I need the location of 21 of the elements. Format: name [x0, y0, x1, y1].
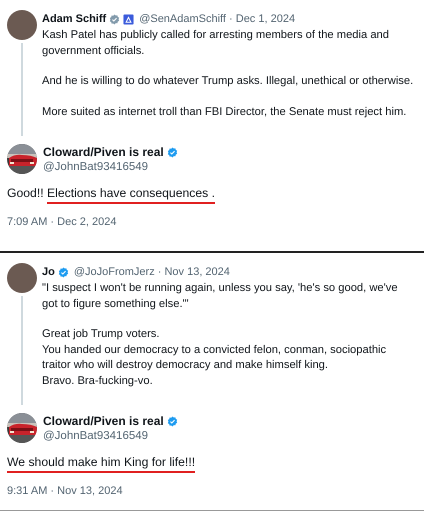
handle[interactable]: @JohnBat93416549 [43, 430, 178, 442]
tweet-text: Great job Trump voters. [42, 327, 161, 342]
tweet-text: And he is willing to do whatever Trump asks. Illegal, unethical or otherwise. [42, 74, 414, 89]
handle[interactable]: @JohnBat93416549 [43, 161, 178, 173]
author-name[interactable]: Cloward/Piven is real [43, 145, 164, 159]
tweet-text: Bravo. Bra-fucking-vo. [42, 374, 154, 388]
timestamp[interactable]: 7:09 AM · Dec 2, 2024 [7, 216, 414, 228]
tweet-text: "I suspect I won't be running again, unless you say, 'he's so good, we've got to figure something else.'" [42, 281, 399, 312]
avatar[interactable] [7, 10, 37, 40]
tweet-text: More suited as internet troll than FBI Director, the Senate must reject him. [42, 104, 408, 120]
author-name[interactable]: Jo [42, 266, 55, 278]
author-name[interactable]: Cloward/Piven is real [43, 414, 164, 428]
reply-text: Good!! Elections have consequences . [7, 186, 414, 204]
tweet-text: Kash Patel has publicly called for arresting members of the media and government officials. [42, 28, 390, 58]
handle-and-date: @SenAdamSchiff · Dec 1, 2024 [139, 13, 296, 25]
timestamp[interactable]: 9:31 AM · Nov 13, 2024 [7, 485, 414, 497]
handle-and-date: @JoJoFromJerz · Nov 13, 2024 [74, 266, 230, 278]
author-name[interactable]: Adam Schiff [42, 13, 106, 25]
avatar[interactable] [7, 263, 37, 293]
reply-text: We should make him King for life!!! [7, 455, 414, 473]
tweet-text: You handed our democracy to a convicted felon, conman, sociopathic traitor who will destroy democracy and make himself king. [42, 342, 388, 373]
